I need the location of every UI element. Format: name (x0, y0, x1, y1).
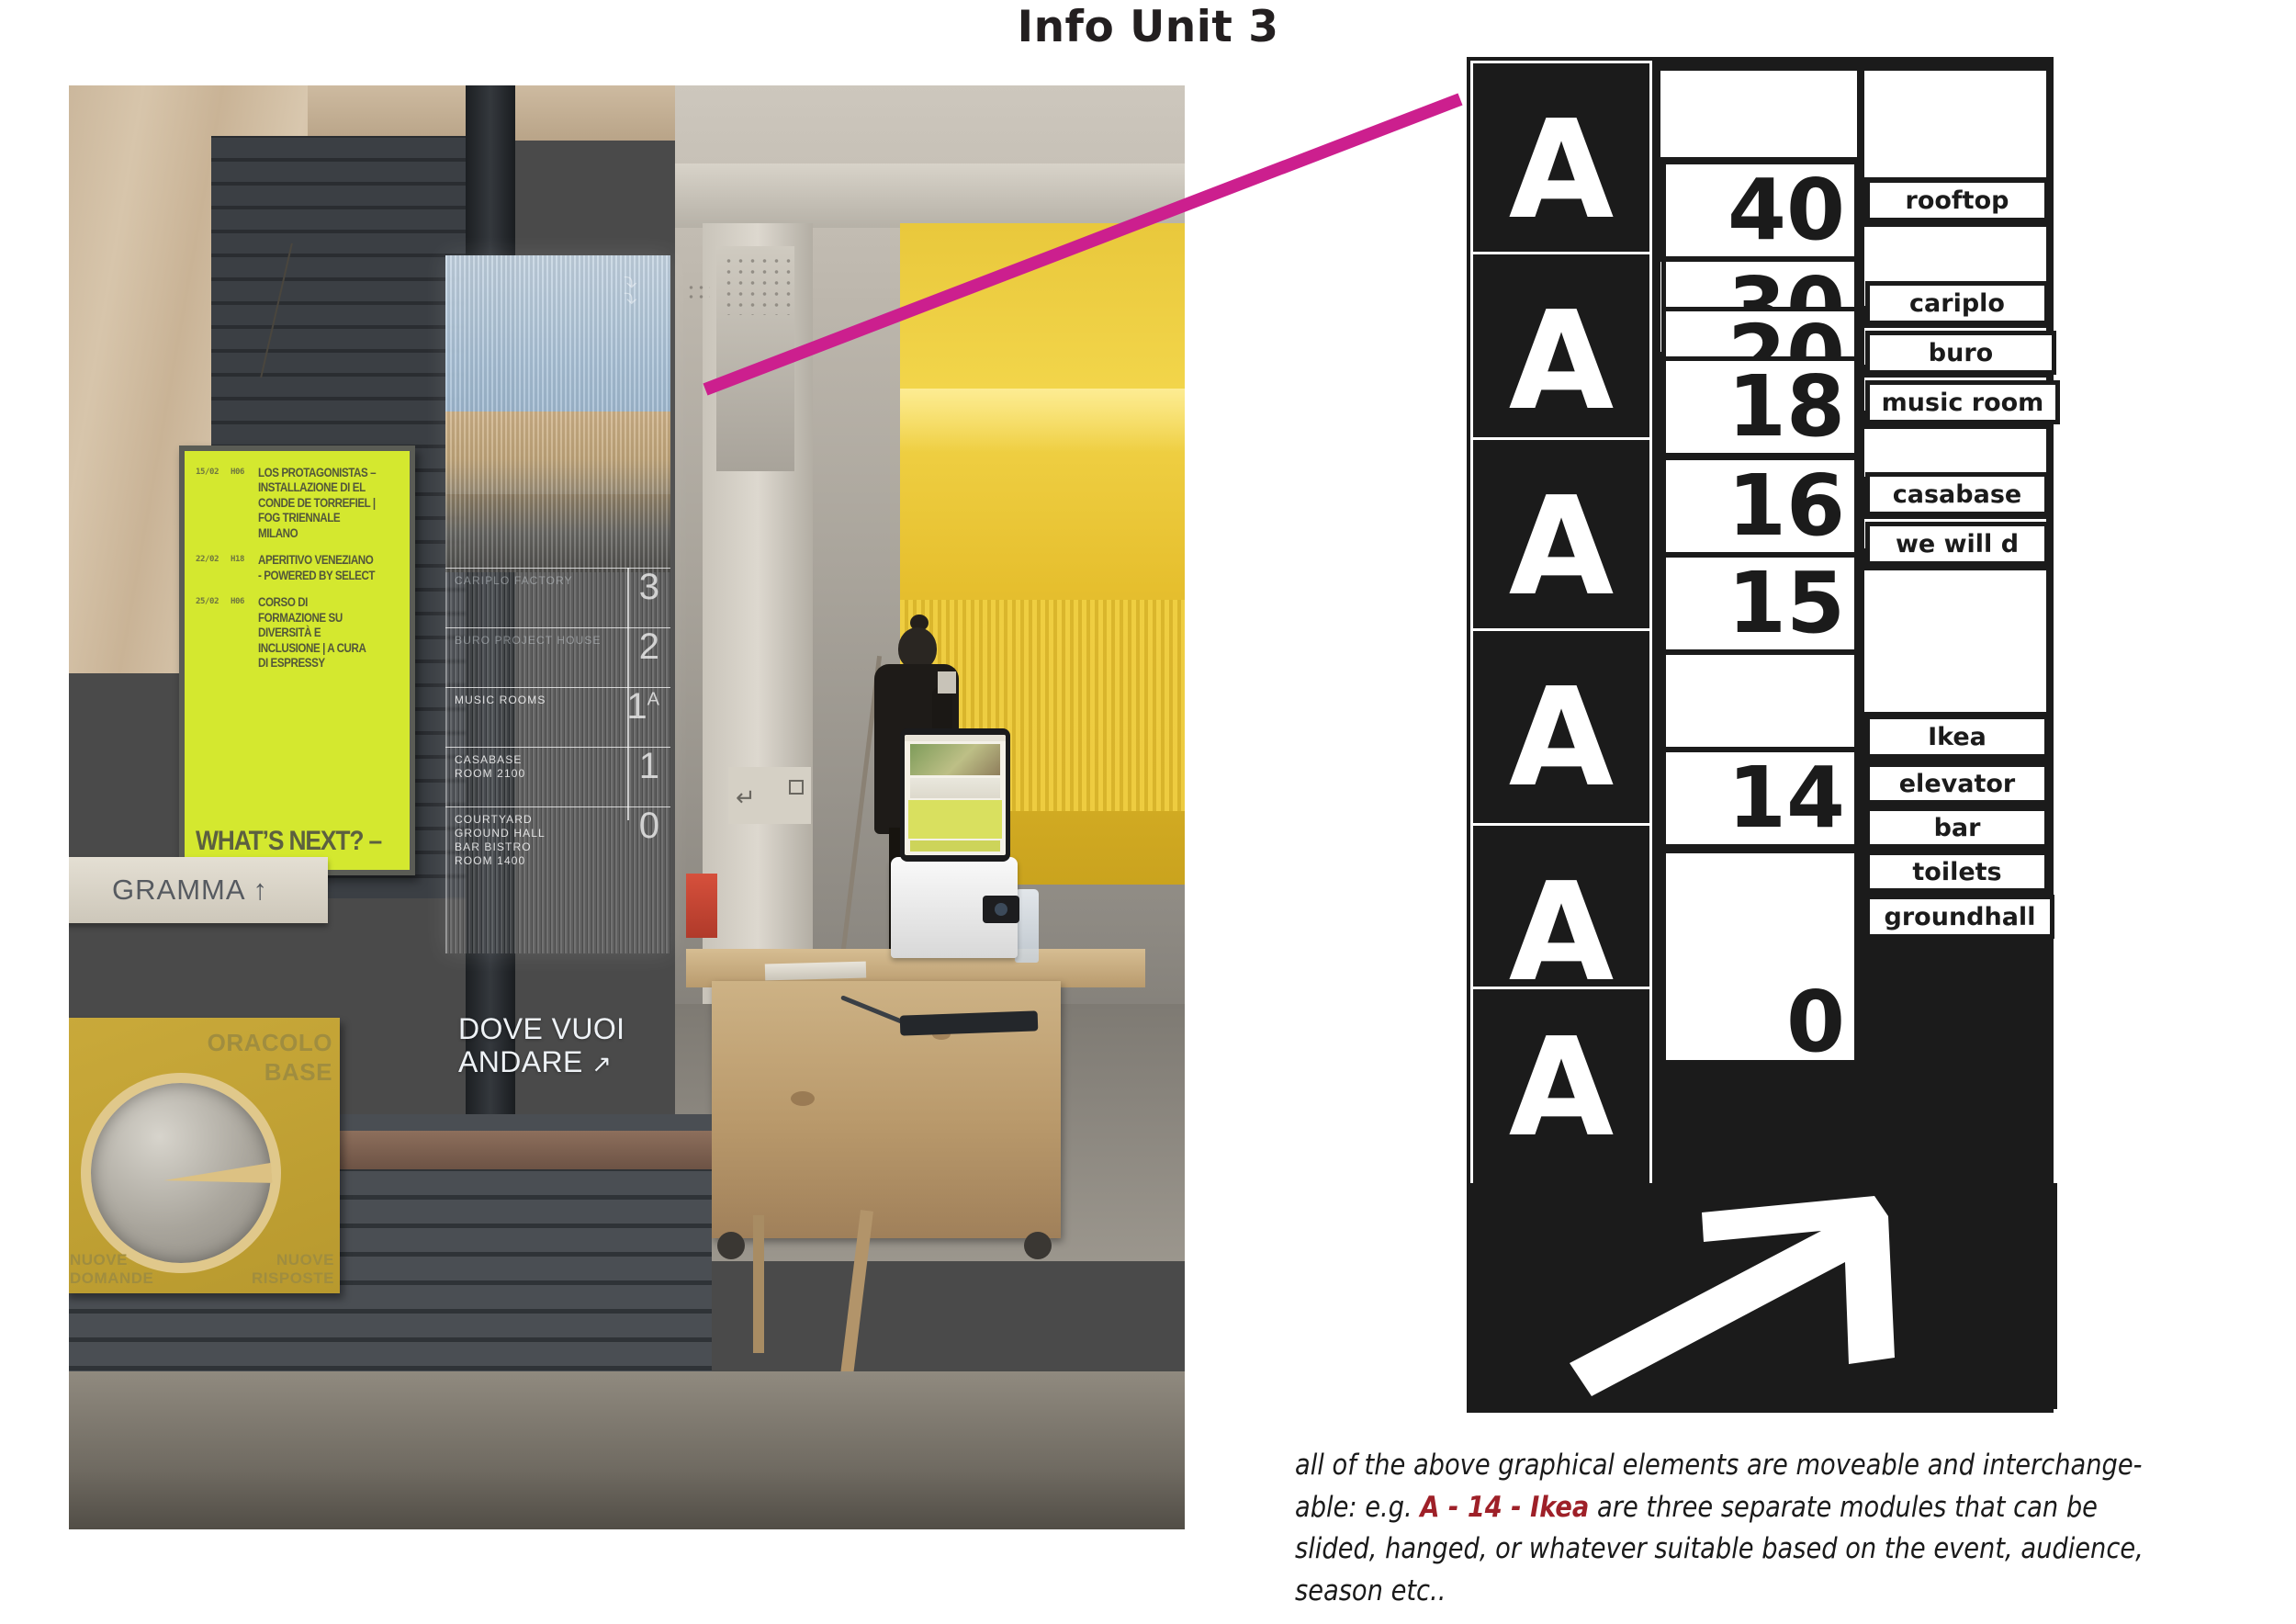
module-arrow-block[interactable] (1470, 1183, 2057, 1409)
module-empty-label-7[interactable] (1860, 566, 2051, 716)
directory-row-name: CARIPLO FACTORY (455, 574, 573, 587)
poster-row-date: 15/02 (196, 468, 219, 477)
wall-sign-square-icon (789, 780, 804, 795)
poster-row-date: 25/02 (196, 597, 219, 607)
wall-direction-sign: ↵ (728, 767, 811, 824)
module-system-diagram: A A A A A A 40 30 20 18 16 15 14 0 (1467, 57, 2060, 1413)
concrete-beam (675, 164, 1185, 228)
fire-extinguisher-box (686, 874, 717, 938)
directory-row-name: CASABASE ROOM 2100 (455, 753, 526, 780)
papers-on-desk (764, 961, 867, 981)
oracolo-line-6: RISPOSTE (252, 1269, 334, 1287)
diagonal-arrow-up-right-icon (1570, 1196, 1895, 1396)
oracolo-line-2: BASE (264, 1058, 332, 1086)
module-empty-3[interactable] (1661, 650, 1859, 751)
directory-call-to-action: DOVE VUOI ANDARE ↗ (458, 1012, 670, 1079)
directory-row-floor: 1 (638, 746, 659, 786)
poster-row-code: H18 (231, 555, 245, 565)
kiosk-cta-button[interactable] (910, 840, 1000, 851)
module-letter-a-4[interactable]: A (1470, 628, 1652, 856)
page-title: Info Unit 3 (1017, 2, 1279, 52)
module-number-15[interactable]: 15 (1661, 553, 1859, 654)
perforation-dots-small (686, 283, 710, 303)
module-empty-top[interactable] (1656, 66, 1862, 162)
wall-sign-arrow-icon: ↵ (736, 784, 756, 811)
person-phone (938, 671, 956, 694)
module-empty-label-top[interactable] (1860, 66, 2051, 182)
module-label-bar[interactable]: bar (1865, 806, 2049, 849)
module-label-elevator[interactable]: elevator (1865, 762, 2049, 805)
oracolo-line-3: NUOVE (70, 1251, 128, 1269)
kiosk-highlight-block (908, 800, 1002, 839)
module-number-40[interactable]: 40 (1661, 160, 1859, 261)
module-label-ikea[interactable]: Ikea (1865, 715, 2049, 759)
directory-row-buro-project-house: BURO PROJECT HOUSE 2 (445, 627, 670, 687)
desk-caster (1024, 1232, 1052, 1259)
desk-caster (717, 1232, 745, 1259)
directory-row-casabase: CASABASE ROOM 2100 1 (445, 747, 670, 806)
directory-rows: CARIPLO FACTORY 3 BURO PROJECT HOUSE 2 M… (445, 568, 670, 908)
oracolo-line-4: DOMANDE (70, 1269, 154, 1287)
info-unit-photo: ↵ ⤶⤶ CARIPLO FACTORY 3 BURO PROJECT HOUS… (69, 85, 1185, 1529)
wood-knot (791, 1091, 815, 1106)
kiosk-screen-content (905, 735, 1006, 855)
poster-row: 22/02 H18 APERITIVO VENEZIANO - POWERED … (196, 553, 397, 583)
module-label-music-room[interactable]: music room (1865, 380, 2060, 424)
directory-cta-line1: DOVE VUOI (458, 1012, 625, 1045)
poster-row-text: APERITIVO VENEZIANO - POWERED BY SELECT (258, 553, 376, 582)
directory-row-floor: 2 (638, 626, 659, 667)
directory-row-cariplo-factory: CARIPLO FACTORY 3 (445, 568, 670, 627)
perforation-dots (723, 255, 796, 315)
oracolo-line-5: NUOVE (276, 1251, 334, 1269)
poster-row-date: 22/02 (196, 555, 219, 565)
kiosk-tablet-screen[interactable] (900, 728, 1010, 862)
directory-row-name: COURTYARD GROUND HALL BAR BISTRO ROOM 14… (455, 813, 546, 867)
module-label-buro[interactable]: buro (1865, 331, 2056, 375)
module-label-we-will-d[interactable]: we will d (1865, 522, 2049, 566)
directory-row-courtyard: COURTYARD GROUND HALL BAR BISTRO ROOM 14… (445, 806, 670, 908)
gramma-sign-label: GRAMMA ↑ (112, 874, 268, 906)
poster-row-code: H06 (231, 468, 245, 477)
module-number-14[interactable]: 14 (1661, 748, 1859, 849)
directory-row-music-rooms: MUSIC ROOMS 1A (445, 687, 670, 747)
module-label-cariplo[interactable]: cariplo (1865, 281, 2049, 325)
gramma-wayfinding-sign: GRAMMA ↑ (69, 857, 328, 923)
caption-highlight: A - 14 - Ikea (1420, 1490, 1590, 1524)
module-label-rooftop[interactable]: rooftop (1865, 178, 2049, 222)
module-label-groundhall[interactable]: groundhall (1865, 895, 2054, 939)
directory-cta-arrow-icon: ↗ (591, 1049, 613, 1077)
directory-row-floor: 1A (626, 686, 659, 727)
kiosk-text-block (910, 778, 1000, 798)
kiosk-status-bar (905, 735, 1006, 741)
yellow-highlight (900, 389, 1185, 453)
kiosk-hero-image (910, 744, 1000, 775)
module-number-16[interactable]: 16 (1661, 456, 1859, 557)
poster-row: 15/02 H06 LOS PROTAGONISTAS – INSTALLAZI… (196, 466, 397, 541)
directory-row-name: BURO PROJECT HOUSE (455, 634, 602, 647)
module-number-18[interactable]: 18 (1661, 356, 1859, 457)
poster-row-text: CORSO DI FORMAZIONE SU DIVERSITÀ E INCLU… (258, 595, 366, 671)
foreground-floor (69, 1371, 1185, 1529)
directory-row-floor: 3 (638, 567, 659, 607)
directory-row-floor: 0 (638, 806, 659, 846)
oracolo-line-1: ORACOLO (207, 1029, 332, 1056)
poster-row-code: H06 (231, 597, 245, 607)
events-poster: 15/02 H06 LOS PROTAGONISTAS – INSTALLAZI… (179, 445, 415, 875)
oracolo-base-panel: ORACOLO BASE NUOVE DOMANDE NUOVE RISPOST… (69, 1018, 340, 1293)
module-letter-a-6[interactable]: A (1470, 987, 1652, 1198)
diagram-caption: all of the above graphical elements are … (1295, 1445, 2144, 1612)
poster-row-text: LOS PROTAGONISTAS – INSTALLAZIONE DI EL … (258, 466, 377, 540)
poster-footer-text: WHAT’S NEXT? – (196, 826, 382, 856)
directory-top-marking: ⤶⤶ (613, 272, 642, 305)
module-label-toilets[interactable]: toilets (1865, 851, 2049, 893)
module-number-0[interactable]: 0 (1661, 849, 1859, 1065)
module-label-casabase[interactable]: casabase (1865, 472, 2049, 516)
poster-row: 25/02 H06 CORSO DI FORMAZIONE SU DIVERSI… (196, 595, 397, 671)
kiosk-camera-icon (983, 896, 1019, 923)
desk-leg (753, 1215, 764, 1353)
directory-cta-line2: ANDARE ↗ (458, 1044, 613, 1078)
